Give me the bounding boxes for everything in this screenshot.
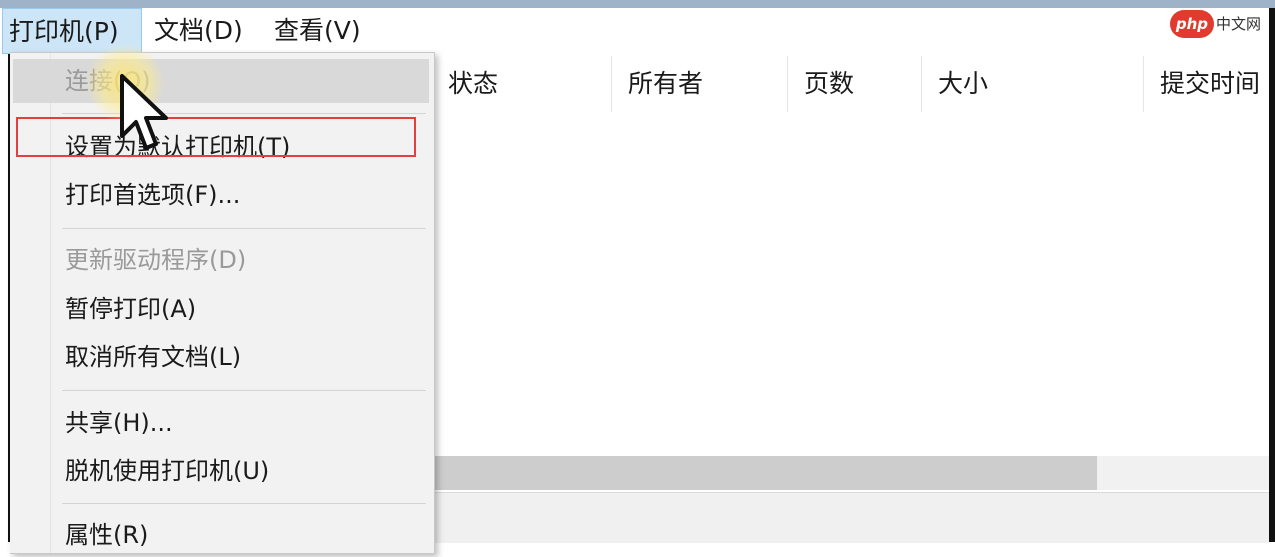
- watermark-text: 中文网: [1215, 15, 1261, 33]
- column-owner[interactable]: 所有者: [612, 56, 788, 112]
- menu-separator: [62, 228, 426, 229]
- menu-separator: [62, 503, 426, 504]
- menu-item-connect[interactable]: 连接(O): [13, 59, 429, 103]
- horizontal-scrollbar[interactable]: [432, 456, 1269, 490]
- menu-item-update-driver[interactable]: 更新驱动程序(D): [13, 238, 429, 282]
- watermark-logo: php: [1169, 10, 1214, 38]
- site-watermark: php 中文网: [1169, 10, 1261, 38]
- menu-view[interactable]: 查看(V): [268, 8, 367, 54]
- mouse-pointer-icon: [120, 74, 168, 150]
- menu-document[interactable]: 文档(D): [146, 8, 251, 54]
- scrollbar-thumb[interactable]: [432, 456, 1097, 490]
- menu-item-pause[interactable]: 暂停打印(A): [13, 287, 429, 331]
- menu-item-offline[interactable]: 脱机使用打印机(U): [13, 449, 429, 493]
- window-left-border: [0, 8, 10, 542]
- print-queue-header: 状态 所有者 页数 大小 提交时间: [432, 56, 1269, 112]
- column-size[interactable]: 大小: [922, 56, 1144, 112]
- window-right-border: [1269, 8, 1275, 542]
- menubar: 打印机(P) 文档(D) 查看(V): [2, 8, 1269, 54]
- column-status[interactable]: 状态: [432, 56, 612, 112]
- menu-item-preferences[interactable]: 打印首选项(F)...: [13, 173, 429, 217]
- window-title-strip: [0, 0, 1275, 8]
- status-bar: [432, 492, 1269, 543]
- menu-item-share[interactable]: 共享(H)...: [13, 401, 429, 445]
- annotation-highlight-box: [16, 117, 416, 157]
- menu-item-properties[interactable]: 属性(R): [13, 513, 429, 557]
- menu-separator: [62, 390, 426, 391]
- menu-item-cancel-all[interactable]: 取消所有文档(L): [13, 335, 429, 379]
- column-submitted[interactable]: 提交时间: [1144, 56, 1269, 112]
- column-pages[interactable]: 页数: [788, 56, 922, 112]
